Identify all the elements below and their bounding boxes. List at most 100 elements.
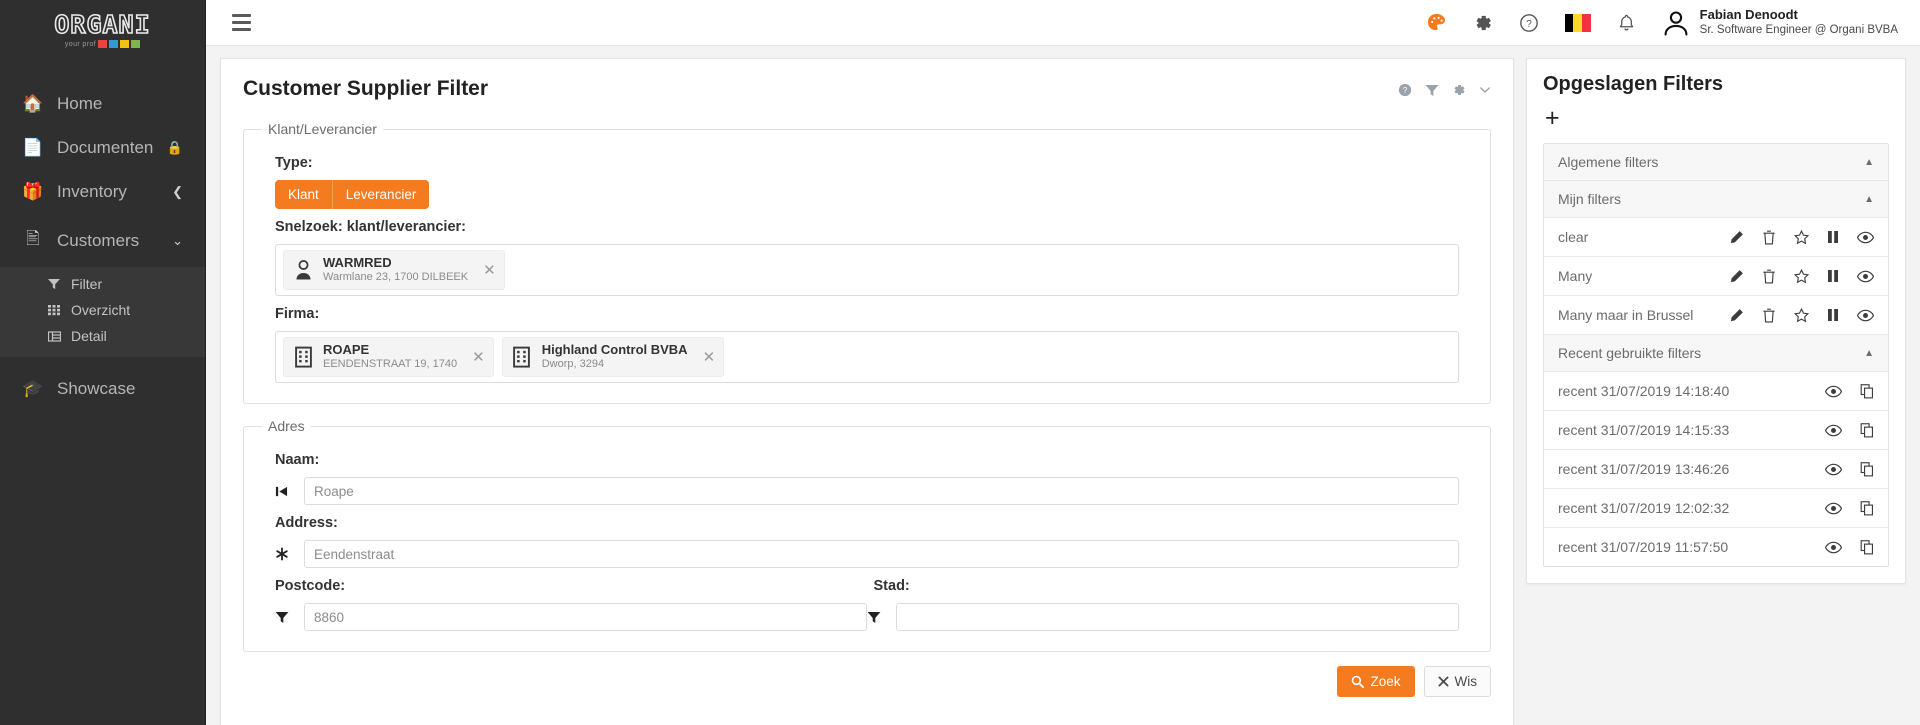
chip-customer[interactable]: WARMRED Warmlane 23, 1700 DILBEEK ✕ [283,250,505,290]
trash-icon[interactable] [1762,230,1776,245]
toggle-klant[interactable]: Klant [275,180,332,209]
pause-icon[interactable] [1827,269,1839,283]
filter-group-mijn[interactable]: Mijn filters ▲ [1544,181,1888,218]
sidebar: ORGANI your prof 🏠 Home 📄 Documenten 🔒 🎁… [0,0,206,725]
copy-icon[interactable] [1860,539,1874,555]
close-icon[interactable]: ✕ [472,348,485,366]
list-item[interactable]: recent 31/07/2019 11:57:50 [1544,528,1888,566]
sidebar-item-overzicht[interactable]: Overzicht [0,297,205,323]
postcode-stad-labels: Postcode: Stad: [275,578,1472,594]
list-item[interactable]: recent 31/07/2019 13:46:26 [1544,450,1888,489]
topbar-icons: ? [1426,12,1636,33]
chip-subtitle: EENDENSTRAAT 19, 1740 [323,358,458,371]
sidebar-item-inventory[interactable]: 🎁 Inventory ❮ [0,170,205,214]
eye-icon[interactable] [1857,231,1874,244]
chip-firma[interactable]: Highland Control BVBA Dworp, 3294 ✕ [501,337,725,377]
list-item[interactable]: recent 31/07/2019 14:15:33 [1544,411,1888,450]
gear-icon[interactable] [1473,13,1493,33]
asterisk-icon[interactable] [275,547,295,561]
naam-input[interactable] [304,477,1459,505]
postcode-stad-row [275,603,1459,631]
star-icon[interactable] [1794,268,1809,284]
bell-icon[interactable] [1617,13,1636,33]
firma-chip-input[interactable]: ROAPE EENDENSTRAAT 19, 1740 ✕ Highland C… [275,331,1459,383]
page-title: Customer Supplier Filter [243,77,489,100]
sidebar-item-label: Documenten [57,138,154,157]
list-item[interactable]: recent 31/07/2019 14:18:40 [1544,372,1888,411]
help-circle-icon[interactable]: ? [1398,83,1412,97]
close-icon[interactable]: ✕ [483,261,496,279]
lock-icon: 🔒 [166,140,183,155]
quicksearch-chip-input[interactable]: WARMRED Warmlane 23, 1700 DILBEEK ✕ [275,244,1459,296]
skip-backward-icon[interactable] [275,485,295,498]
postcode-label: Postcode: [275,578,346,594]
list-item[interactable]: recent 31/07/2019 12:02:32 [1544,489,1888,528]
funnel-icon[interactable] [275,610,295,624]
sidebar-item-home[interactable]: 🏠 Home [0,82,205,126]
star-icon[interactable] [1794,229,1809,245]
palette-icon[interactable] [1426,12,1447,33]
pencil-icon[interactable] [1729,230,1744,245]
funnel-icon[interactable] [1425,83,1439,97]
brand-logo[interactable]: ORGANI your prof [0,0,205,60]
gear-icon[interactable] [1452,83,1466,97]
copy-icon[interactable] [1860,461,1874,477]
eye-icon[interactable] [1825,541,1842,554]
filter-group-label: Recent gebruikte filters [1558,345,1702,361]
close-icon[interactable]: ✕ [703,348,716,366]
filter-group-recent[interactable]: Recent gebruikte filters ▲ [1544,335,1888,372]
trash-icon[interactable] [1762,308,1776,323]
sidebar-subitem-label: Overzicht [71,302,131,318]
type-label: Type: [275,155,313,171]
filter-name: recent 31/07/2019 11:57:50 [1558,539,1729,555]
help-circle-icon[interactable]: ? [1519,13,1539,33]
copy-icon[interactable] [1860,383,1874,399]
list-item[interactable]: clear [1544,218,1888,257]
sidebar-item-customers[interactable]: 🖹 Customers ⌄ [0,214,205,267]
chip-firma[interactable]: ROAPE EENDENSTRAAT 19, 1740 ✕ [283,337,494,377]
logo-wordmark: ORGANI [54,10,151,39]
logo-tagline: your prof [64,40,97,48]
address-input[interactable] [304,540,1459,568]
copy-icon[interactable] [1860,422,1874,438]
eye-icon[interactable] [1825,424,1842,437]
funnel-icon[interactable] [867,610,887,624]
eye-icon[interactable] [1857,270,1874,283]
list-item[interactable]: Many [1544,257,1888,296]
add-filter-button[interactable]: + [1545,106,1560,131]
eye-icon[interactable] [1825,385,1842,398]
postcode-input[interactable] [304,603,867,631]
sidebar-item-detail[interactable]: Detail [0,323,205,349]
toggle-leverancier[interactable]: Leverancier [331,180,430,209]
chevron-down-icon[interactable] [1479,84,1491,96]
stad-input[interactable] [896,603,1459,631]
pause-icon[interactable] [1827,230,1839,244]
filter-name: recent 31/07/2019 12:02:32 [1558,500,1730,516]
pencil-icon[interactable] [1729,308,1744,323]
list-item[interactable]: Many maar in Brussel [1544,296,1888,335]
user-profile[interactable]: Fabian Denoodt Sr. Software Engineer @ O… [1662,7,1898,38]
sidebar-item-documenten[interactable]: 📄 Documenten 🔒 [0,126,205,170]
eye-icon[interactable] [1857,309,1874,322]
sidebar-item-filter[interactable]: Filter [0,271,205,297]
star-icon[interactable] [1794,307,1809,323]
search-button[interactable]: Zoek [1337,666,1415,697]
filter-group-label: Algemene filters [1558,154,1659,170]
pause-icon[interactable] [1827,308,1839,322]
sidebar-item-label: Home [57,94,103,113]
copy-icon[interactable] [1860,500,1874,516]
sidebar-item-label: Customers [57,230,140,250]
filter-name: recent 31/07/2019 13:46:26 [1558,461,1730,477]
customer-supplier-filter-panel: Customer Supplier Filter ? Klant/Leveran… [220,58,1514,725]
clear-button[interactable]: Wis [1423,666,1491,697]
eye-icon[interactable] [1825,502,1842,515]
pencil-icon[interactable] [1729,269,1744,284]
building-icon [511,345,533,369]
sidebar-item-showcase[interactable]: 🎓 Showcase [0,367,205,411]
hamburger-icon[interactable] [228,10,255,35]
filter-group-algemene[interactable]: Algemene filters ▲ [1544,144,1888,181]
trash-icon[interactable] [1762,269,1776,284]
eye-icon[interactable] [1825,463,1842,476]
belgium-flag-icon[interactable] [1564,13,1591,32]
clear-button-label: Wis [1454,674,1478,689]
